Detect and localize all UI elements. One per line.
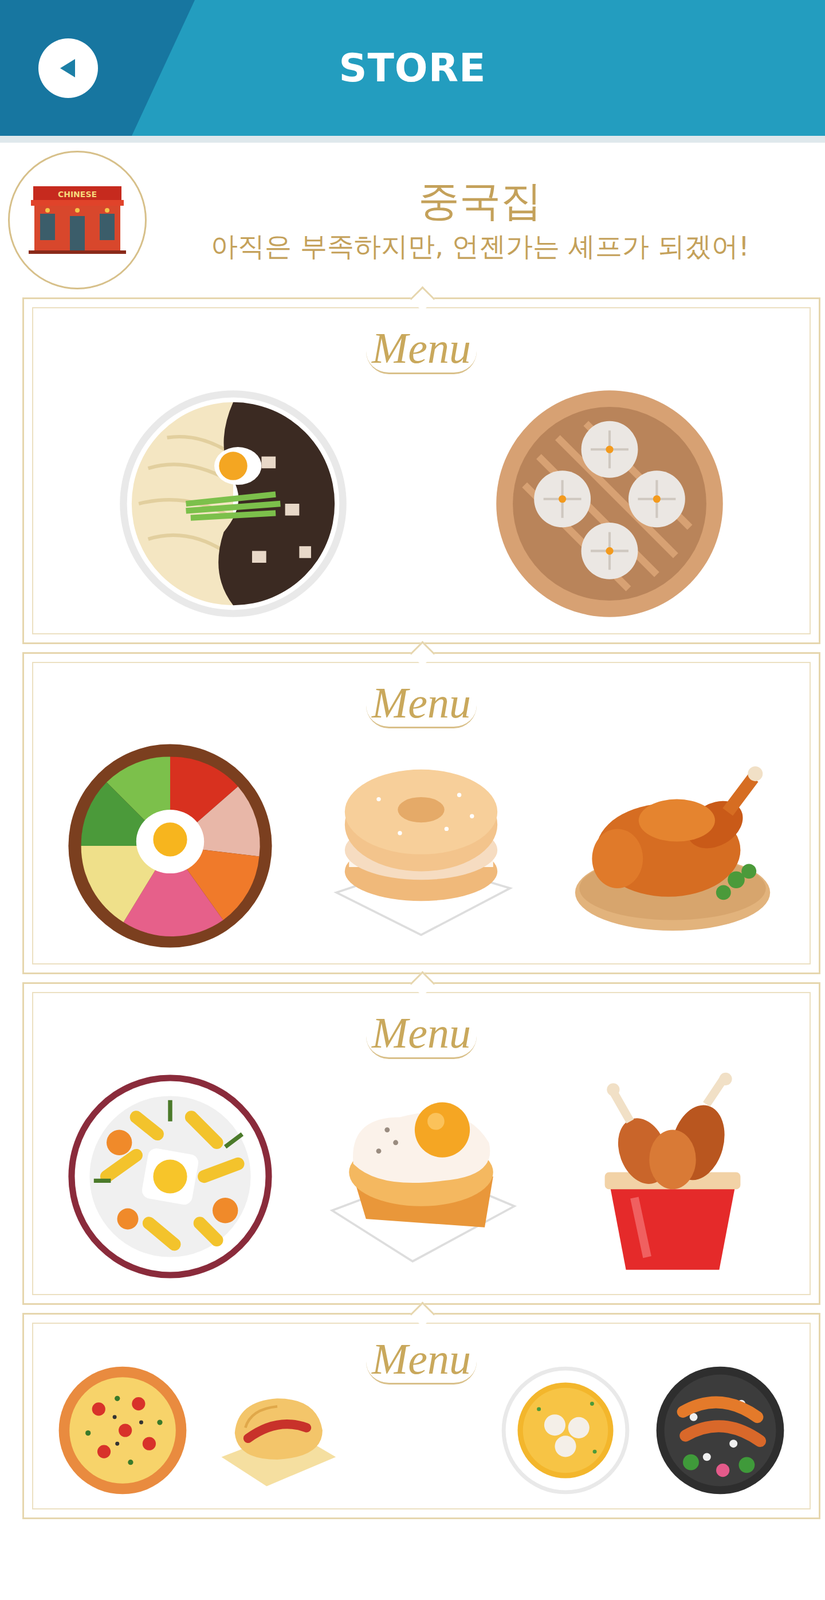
food-icon xyxy=(566,739,779,952)
menu-items xyxy=(44,1070,799,1283)
menu-frame: Menu xyxy=(32,307,811,635)
menu-frame: Menu xyxy=(32,1322,811,1510)
food-icon xyxy=(210,1363,344,1497)
menu-panel: Menu xyxy=(22,651,821,975)
menu-title: Menu xyxy=(366,1008,477,1059)
menu-title: Menu xyxy=(366,1334,477,1385)
shop-name: 중국집 xyxy=(418,177,542,225)
shop-info: 중국집아직은 부족하지만, 언젠가는 셰프가 되겠어! xyxy=(146,177,814,263)
shop-subtitle: 아직은 부족하지만, 언젠가는 셰프가 되겠어! xyxy=(210,230,750,263)
menu-title: Menu xyxy=(366,678,477,729)
shop-header: CHINESE 중국집아직은 부족하지만, 언젠가는 셰프가 되겠어! xyxy=(0,142,825,298)
menu-item[interactable] xyxy=(115,385,352,622)
food-icon xyxy=(315,1070,528,1283)
page-title: STORE xyxy=(339,45,487,91)
menu-items xyxy=(44,739,799,952)
menu-item[interactable] xyxy=(499,1363,632,1497)
menu-item[interactable] xyxy=(315,1070,528,1283)
food-icon xyxy=(653,1363,787,1497)
food-icon xyxy=(56,1363,190,1497)
food-icon xyxy=(64,1070,277,1283)
menu-panel: Menu xyxy=(22,1312,821,1519)
menu-item[interactable] xyxy=(56,1363,190,1497)
food-icon xyxy=(566,1070,779,1283)
header-decoration xyxy=(0,0,207,136)
menu-item[interactable] xyxy=(64,739,277,952)
top-bar: STORE xyxy=(0,0,825,136)
menu-panel: Menu xyxy=(22,297,821,644)
back-arrow-icon xyxy=(55,55,81,81)
food-icon xyxy=(491,385,728,622)
food-icon xyxy=(64,739,277,952)
store-icon: CHINESE xyxy=(8,150,147,290)
menu-title: Menu xyxy=(366,324,477,375)
back-button[interactable] xyxy=(38,38,98,98)
storefront: CHINESE xyxy=(28,186,127,254)
menu-items xyxy=(44,385,799,622)
menu-panel: Menu xyxy=(22,981,821,1305)
menu-item[interactable] xyxy=(566,739,779,952)
menu-item[interactable] xyxy=(210,1363,344,1497)
menu-item[interactable] xyxy=(315,739,528,952)
header-divider xyxy=(0,135,825,143)
food-icon xyxy=(315,739,528,952)
food-icon xyxy=(115,385,352,622)
menu-frame: Menu xyxy=(32,991,811,1295)
menu-item[interactable] xyxy=(653,1363,787,1497)
store-sign: CHINESE xyxy=(28,189,127,199)
menu-item[interactable] xyxy=(566,1070,779,1283)
food-icon xyxy=(499,1363,632,1497)
menu-item[interactable] xyxy=(64,1070,277,1283)
menu-frame: Menu xyxy=(32,661,811,965)
menu-item[interactable] xyxy=(491,385,728,622)
